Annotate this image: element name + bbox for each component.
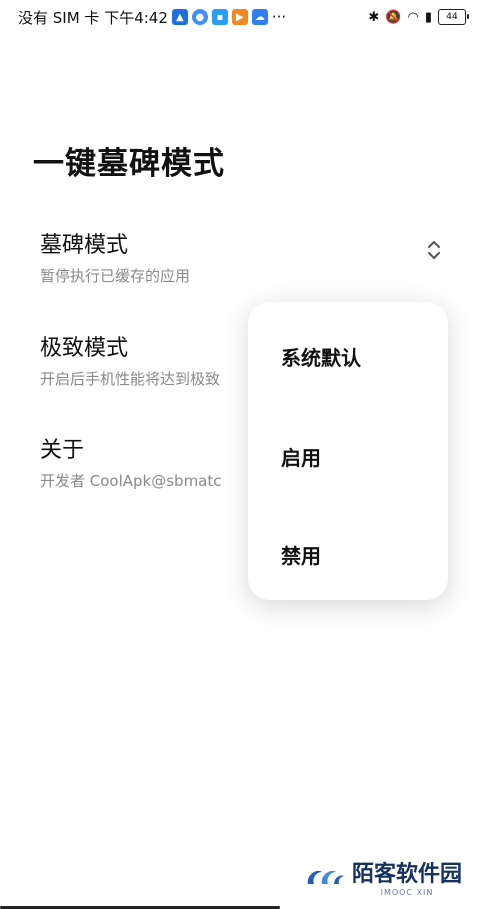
- page-title: 一键墓碑模式: [33, 146, 225, 182]
- option-disable[interactable]: 禁用: [281, 540, 321, 569]
- setting-about[interactable]: 关于 开发者 CoolApk@sbmatc: [40, 432, 248, 491]
- status-left: 没有 SIM 卡 下午4:42 ▲ ● ▪ ▶ ☁ ···: [18, 7, 286, 28]
- cloud-app-icon: ☁: [251, 9, 268, 25]
- setting-title: 关于: [40, 438, 85, 463]
- video-app-icon: ▶: [231, 9, 248, 25]
- status-bar: 没有 SIM 卡 下午4:42 ▲ ● ▪ ▶ ☁ ··· ✱ 🔕 ◠ ▮ 44: [0, 0, 480, 34]
- vibrate-icon: ▮: [424, 9, 432, 25]
- carrier-time-text: 没有 SIM 卡 下午4:42: [18, 8, 168, 27]
- battery-level: 44: [446, 12, 458, 22]
- navigation-app-icon: ▲: [171, 9, 188, 25]
- watermark: 陌客软件园 IMOOC XIN: [304, 856, 462, 897]
- wifi-icon: ◠: [407, 9, 419, 25]
- watermark-subtext: IMOOC XIN: [380, 888, 434, 897]
- mute-bell-icon: 🔕: [385, 9, 402, 25]
- option-enable[interactable]: 启用: [281, 442, 321, 471]
- watermark-text: 陌客软件园: [351, 861, 462, 887]
- up-down-chevron-icon[interactable]: [426, 238, 442, 262]
- watermark-logo-icon: [307, 870, 344, 884]
- setting-title: 墓碑模式: [40, 233, 129, 258]
- battery-icon: 44: [438, 9, 469, 25]
- watermark-text-group: 陌客软件园 IMOOC XIN: [352, 856, 462, 897]
- option-system-default[interactable]: 系统默认: [281, 342, 361, 371]
- setting-extreme-mode[interactable]: 极致模式 开启后手机性能将达到极致: [40, 330, 248, 389]
- setting-title: 极致模式: [40, 336, 129, 361]
- more-notifications-icon: ···: [271, 8, 287, 26]
- setting-description: 开启后手机性能将达到极致: [40, 370, 221, 388]
- setting-tombstone-mode[interactable]: 墓碑模式 暂停执行已缓存的应用: [40, 227, 440, 286]
- bluetooth-icon: ✱: [368, 9, 380, 25]
- message-app-icon: ▪: [211, 9, 228, 25]
- browser-app-icon: ●: [191, 9, 208, 25]
- setting-description: 暂停执行已缓存的应用: [40, 267, 191, 285]
- status-right: ✱ 🔕 ◠ ▮ 44: [368, 9, 469, 25]
- setting-description: 开发者 CoolApk@sbmatc: [40, 472, 222, 490]
- mode-dropdown-menu: 系统默认 启用 禁用: [248, 302, 448, 600]
